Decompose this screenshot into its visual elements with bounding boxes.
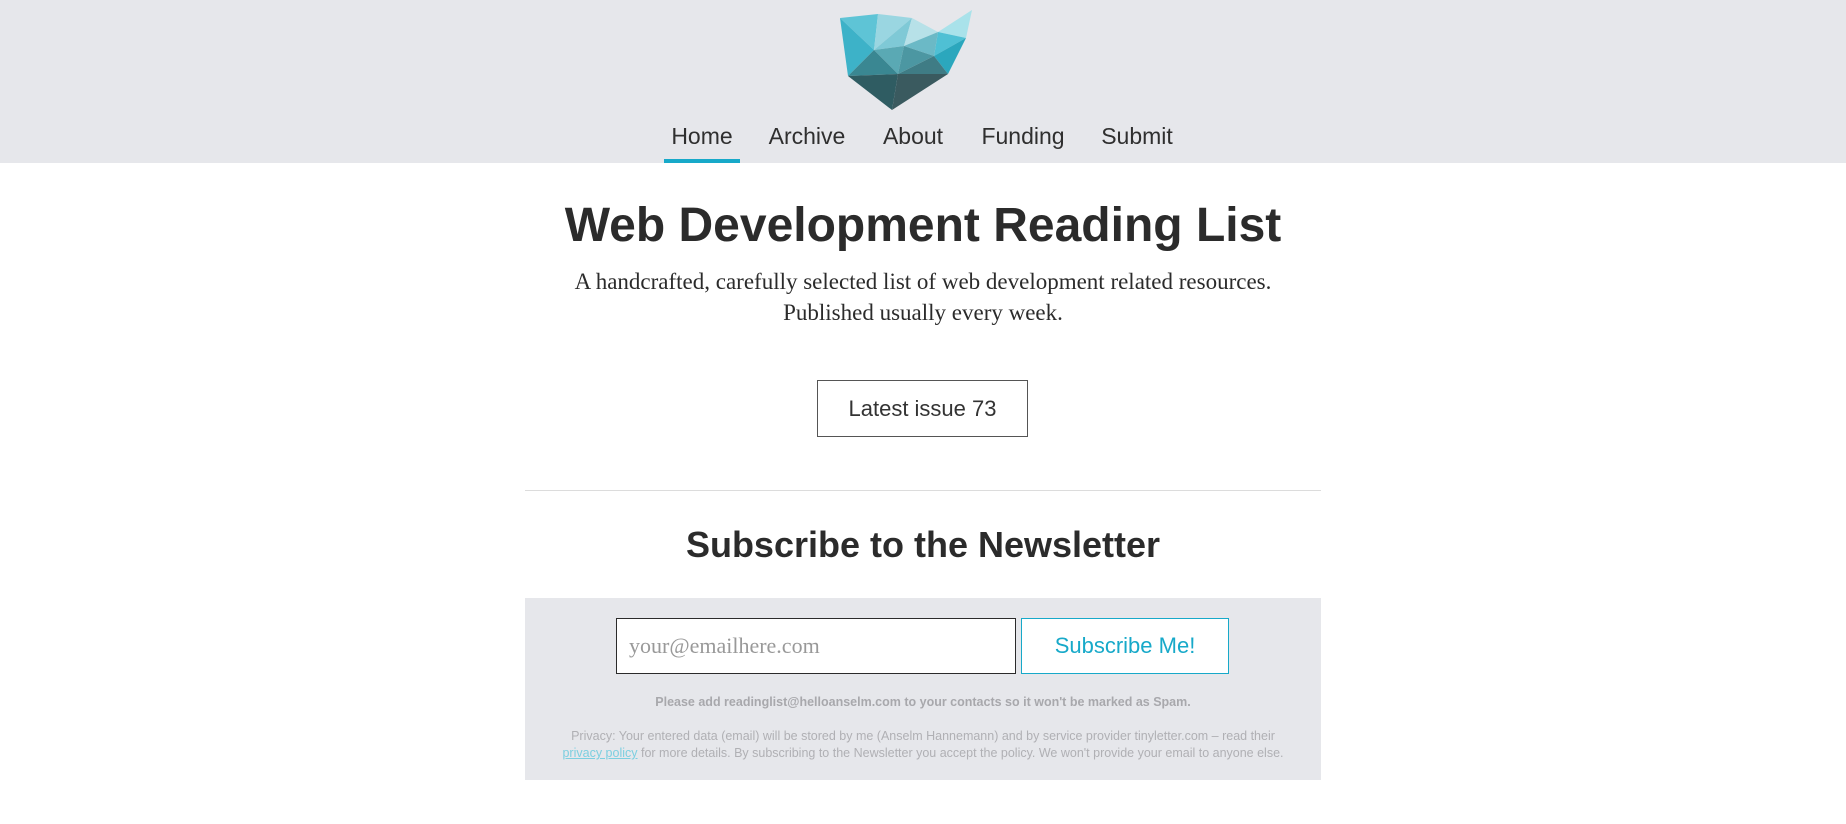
nav-about[interactable]: About — [876, 120, 950, 163]
newsletter-form: Subscribe Me! Please add readinglist@hel… — [525, 598, 1321, 780]
nav-archive[interactable]: Archive — [764, 120, 850, 163]
main-nav: Home Archive About Funding Submit — [0, 110, 1846, 163]
subtitle-line-1: A handcrafted, carefully selected list o… — [574, 269, 1272, 294]
section-divider — [525, 490, 1321, 491]
subscribe-button[interactable]: Subscribe Me! — [1021, 618, 1229, 674]
privacy-text-after: for more details. By subscribing to the … — [637, 746, 1284, 760]
page-title: Web Development Reading List — [564, 199, 1282, 252]
spam-note: Please add readinglist@helloanselm.com t… — [655, 695, 1191, 709]
nav-home[interactable]: Home — [664, 120, 740, 163]
subtitle-line-2: Published usually every week. — [783, 300, 1063, 325]
logo-icon[interactable] — [838, 10, 974, 110]
newsletter-title: Subscribe to the Newsletter — [685, 524, 1161, 565]
privacy-note: Privacy: Your entered data (email) will … — [525, 728, 1321, 762]
privacy-policy-link[interactable]: privacy policy — [562, 746, 637, 760]
privacy-text-before: Privacy: Your entered data (email) will … — [571, 729, 1275, 743]
page-subtitle: A handcrafted, carefully selected list o… — [0, 266, 1846, 328]
site-header: Home Archive About Funding Submit — [0, 0, 1846, 163]
nav-submit[interactable]: Submit — [1096, 120, 1178, 163]
nav-funding[interactable]: Funding — [976, 120, 1070, 163]
latest-issue-button[interactable]: Latest issue 73 — [817, 380, 1028, 437]
email-input[interactable] — [616, 618, 1016, 674]
